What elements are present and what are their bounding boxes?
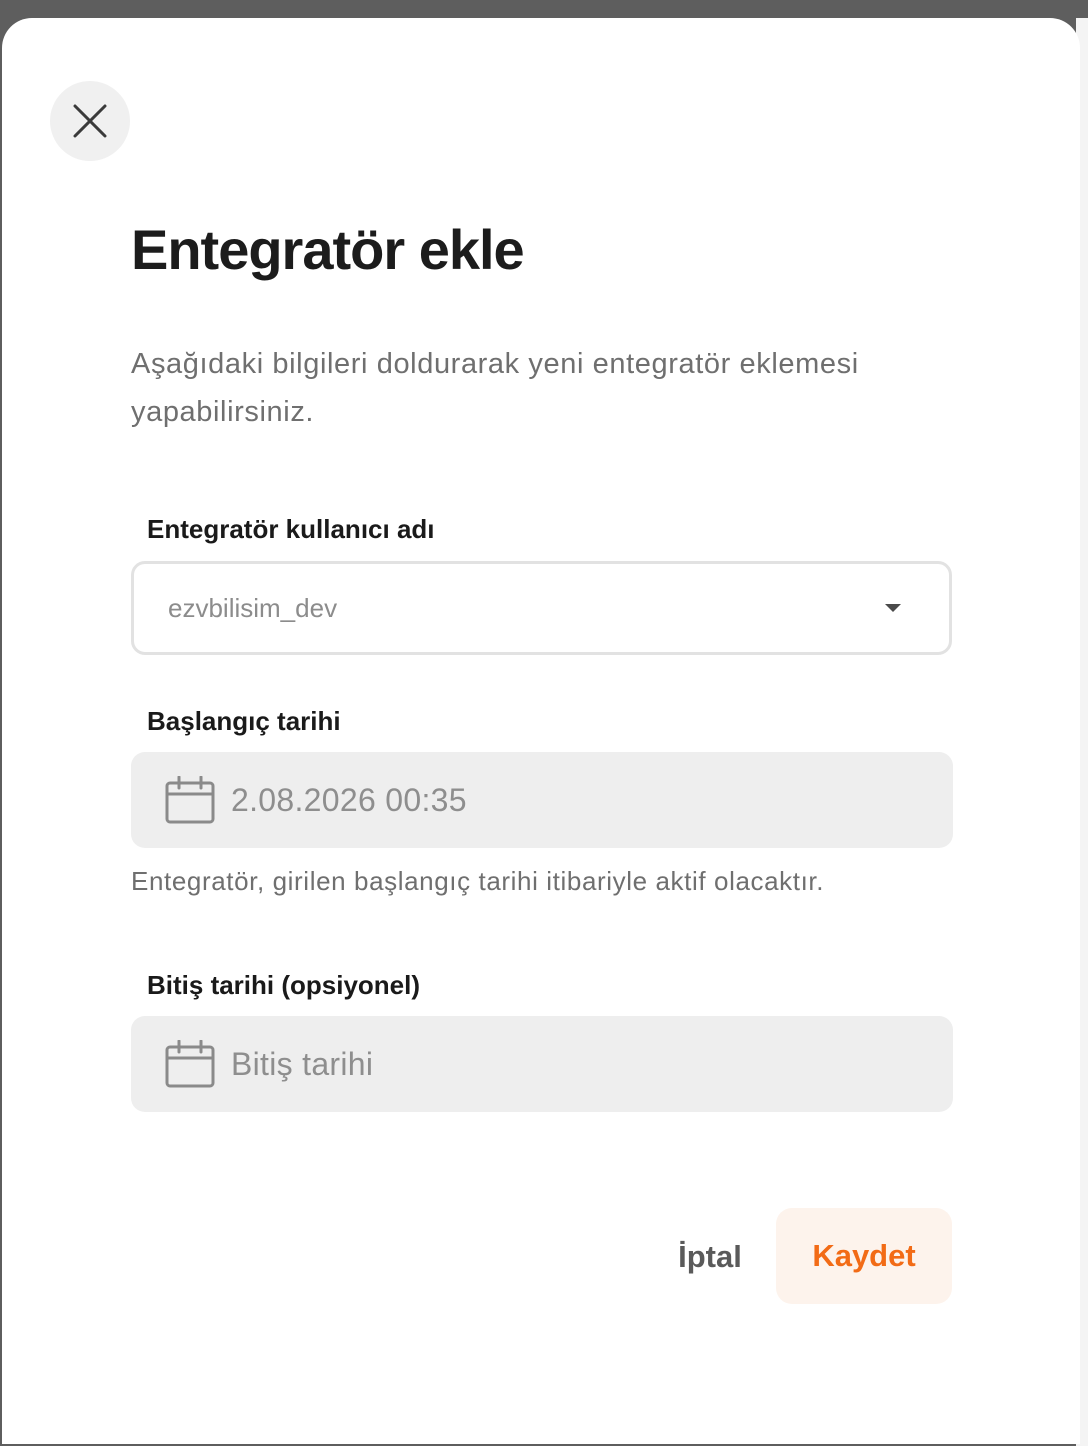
calendar-icon	[165, 1040, 215, 1088]
end-date-input[interactable]: Bitiş tarihi	[131, 1016, 953, 1112]
start-date-value: 2.08.2026 00:35	[231, 781, 467, 818]
save-button[interactable]: Kaydet	[776, 1208, 952, 1304]
end-date-placeholder: Bitiş tarihi	[231, 1045, 374, 1082]
start-date-hint: Entegratör, girilen başlangıç tarihi iti…	[131, 866, 825, 896]
cancel-button[interactable]: İptal	[658, 1209, 762, 1305]
calendar-icon	[165, 776, 215, 824]
caret-down-icon	[885, 604, 901, 612]
dialog-description: Aşağıdaki bilgileri doldurarak yeni ente…	[131, 348, 859, 428]
start-date-label: Başlangıç tarihi	[147, 706, 341, 736]
username-select[interactable]: ezvbilisim_dev	[131, 561, 952, 655]
end-date-label: Bitiş tarihi (opsiyonel)	[147, 970, 421, 1000]
username-label: Entegratör kullanıcı adı	[147, 514, 435, 544]
close-button[interactable]	[50, 81, 130, 161]
close-icon	[73, 104, 107, 138]
dialog-title: Entegratör ekle	[131, 218, 525, 281]
add-integrator-dialog: Entegratör ekle Aşağıdaki bilgileri dold…	[2, 18, 1080, 1444]
start-date-input[interactable]: 2.08.2026 00:35	[131, 752, 953, 848]
username-select-value: ezvbilisim_dev	[168, 592, 338, 623]
